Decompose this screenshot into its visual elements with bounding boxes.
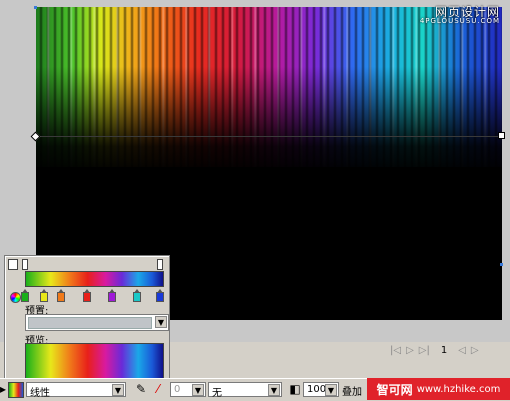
next-frame-icon[interactable]: ▷ xyxy=(471,345,479,356)
brand-url: www.hzhike.com xyxy=(416,383,501,395)
watermark: 网页设计网 4PGLOUSUSU.COM xyxy=(420,6,500,25)
color-stop-red[interactable] xyxy=(83,289,91,302)
fade-to-black xyxy=(36,7,502,177)
gradient-editor-panel: 预置: ▼ 预览: xyxy=(4,255,170,385)
frame-number: 1 xyxy=(440,344,448,356)
chevron-down-icon[interactable]: ▼ xyxy=(325,384,337,396)
color-wheel-icon[interactable] xyxy=(10,292,21,303)
color-stop-green[interactable] xyxy=(21,289,29,302)
opacity-value: 100 xyxy=(307,384,327,395)
opacity-stop-icon[interactable] xyxy=(157,259,163,270)
opacity-stop-icon[interactable] xyxy=(22,259,28,270)
chevron-down-icon[interactable]: ▼ xyxy=(155,316,167,328)
brand-banner: 智可网 www.hzhike.com xyxy=(367,378,510,400)
color-stop-purple[interactable] xyxy=(108,289,116,302)
chevron-down-icon[interactable]: ▼ xyxy=(268,384,280,396)
color-stop-cyan[interactable] xyxy=(133,289,141,302)
gradient-bar[interactable] xyxy=(25,271,164,287)
tip-size-field[interactable]: 0 ▼ xyxy=(170,382,206,397)
play-icon[interactable]: ▷ xyxy=(406,345,414,356)
fill-icon[interactable]: ▸ xyxy=(0,382,6,396)
preset-value xyxy=(28,317,152,329)
prev-frame-icon[interactable]: ◁ xyxy=(458,345,466,356)
frame-controls: |◁ ▷ ▷| 1 ◁ ▷ xyxy=(390,343,506,357)
color-stop-orange[interactable] xyxy=(57,289,65,302)
opacity-field[interactable]: 100 ▼ xyxy=(303,382,339,397)
gradient-preview xyxy=(25,343,164,382)
gradient-swatch[interactable] xyxy=(8,382,24,398)
last-frame-icon[interactable]: ▷| xyxy=(419,345,430,356)
gradient-end-handle[interactable] xyxy=(498,132,505,139)
selection-side-handle[interactable] xyxy=(500,263,503,266)
texture-select[interactable]: 无 ▼ xyxy=(208,382,282,399)
panel-menu-icon[interactable] xyxy=(8,259,18,270)
first-frame-icon[interactable]: |◁ xyxy=(390,345,401,356)
brand-name: 智可网 xyxy=(376,382,413,397)
color-stop-yellow[interactable] xyxy=(40,289,48,302)
chevron-down-icon[interactable]: ▼ xyxy=(112,384,124,396)
gradient-guide-line[interactable] xyxy=(36,136,502,137)
chevron-down-icon[interactable]: ▼ xyxy=(192,384,204,396)
texture-value: 无 xyxy=(212,388,222,399)
gradient-type-value: 线性 xyxy=(30,388,50,399)
preset-select[interactable]: ▼ xyxy=(25,314,169,331)
gradient-type-select[interactable]: 线性 ▼ xyxy=(26,382,126,399)
pencil-icon[interactable]: ✎ xyxy=(134,382,148,396)
tip-size-value: 0 xyxy=(174,384,181,395)
opacity-icon: ◧ xyxy=(289,382,301,396)
color-stop-blue[interactable] xyxy=(156,289,164,302)
blend-mode-value[interactable]: 叠加 xyxy=(342,383,362,398)
stroke-color-icon[interactable]: ⁄ xyxy=(151,382,165,396)
selection-corner-handle[interactable] xyxy=(34,6,37,9)
watermark-url: 4PGLOUSUSU.COM xyxy=(419,17,500,25)
